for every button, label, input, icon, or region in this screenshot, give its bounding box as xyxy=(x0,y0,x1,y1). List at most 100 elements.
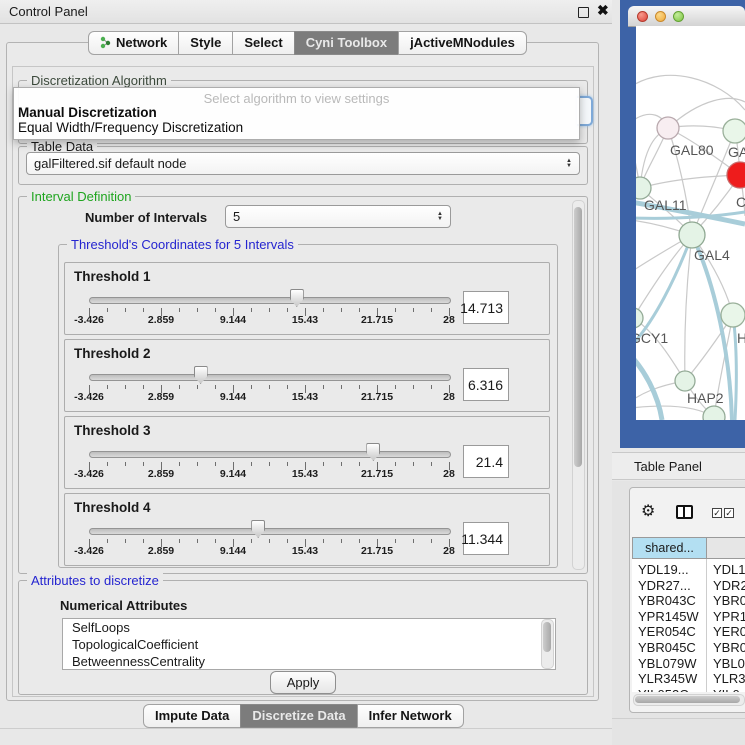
minor-tick xyxy=(125,462,126,466)
table-horizontal-scrollbar[interactable] xyxy=(633,694,745,706)
minor-tick xyxy=(413,462,414,466)
minor-tick xyxy=(413,385,414,389)
minor-tick xyxy=(323,462,324,466)
bottom-tab-label: Infer Network xyxy=(369,708,452,723)
threshold-label: Threshold 4 xyxy=(74,500,151,515)
network-node[interactable] xyxy=(723,119,745,143)
network-node[interactable] xyxy=(657,117,679,139)
threshold-label: Threshold 1 xyxy=(74,269,151,284)
algorithm-option[interactable]: Equal Width/Frequency Discretization xyxy=(18,120,243,135)
threshold-slider-thumb[interactable] xyxy=(194,366,208,384)
network-node[interactable] xyxy=(721,303,745,327)
tab-label: Cyni Toolbox xyxy=(306,35,387,50)
network-node[interactable] xyxy=(727,162,745,188)
minor-tick xyxy=(125,385,126,389)
network-edge[interactable] xyxy=(685,235,692,381)
minor-tick xyxy=(251,385,252,389)
gear-icon[interactable]: ⚙ xyxy=(641,501,655,521)
minor-tick xyxy=(143,385,144,389)
zoom-traffic-light-icon[interactable] xyxy=(673,11,684,22)
threshold-slider-thumb[interactable] xyxy=(251,520,265,538)
minor-tick xyxy=(215,462,216,466)
minor-tick xyxy=(359,539,360,543)
control-panel-titlebar: Control Panel xyxy=(0,0,612,24)
threshold-slider-track[interactable] xyxy=(89,528,451,535)
threshold-value-field[interactable]: 6.316 xyxy=(463,368,509,401)
minor-tick xyxy=(251,462,252,466)
minor-tick xyxy=(323,308,324,312)
column-header-shared-name[interactable]: shared... xyxy=(632,537,707,559)
minor-tick xyxy=(269,539,270,543)
network-edge-thick[interactable] xyxy=(733,315,736,420)
tick-label: -3.426 xyxy=(74,545,104,557)
split-columns-icon[interactable] xyxy=(676,505,693,519)
float-window-icon[interactable] xyxy=(578,7,589,18)
table-data-combobox[interactable]: galFiltered.sif default node ▲▼ xyxy=(26,152,580,175)
network-edge[interactable] xyxy=(636,75,745,110)
network-node-label: GAL11 xyxy=(644,197,687,213)
tick-label: 28 xyxy=(443,391,455,403)
attribute-item[interactable]: SelfLoops xyxy=(63,619,555,636)
algorithm-popup-prompt: Select algorithm to view settings xyxy=(14,91,579,106)
algorithm-option[interactable]: Manual Discretization xyxy=(18,105,157,120)
num-intervals-combobox[interactable]: 5 ▲▼ xyxy=(225,205,451,228)
minimize-traffic-light-icon[interactable] xyxy=(655,11,666,22)
attributes-scrollbar[interactable] xyxy=(541,619,554,669)
bottom-tab-infer-network[interactable]: Infer Network xyxy=(357,704,464,728)
threshold-slider-track[interactable] xyxy=(89,451,451,458)
bottom-tab-impute-data[interactable]: Impute Data xyxy=(143,704,241,728)
close-traffic-light-icon[interactable] xyxy=(637,11,648,22)
cell-shared-name: YER054C xyxy=(638,624,696,639)
threshold-slider-track[interactable] xyxy=(89,297,451,304)
threshold-value-field[interactable]: 21.4 xyxy=(463,445,509,478)
minor-tick xyxy=(269,462,270,466)
node-table[interactable]: shared... na YDL19...YDL1YDR27...YDR2YBR… xyxy=(632,537,745,692)
checkbox-icon[interactable]: ✓ xyxy=(724,508,734,518)
cell-name: YDR2 xyxy=(713,578,745,593)
threshold-value-field[interactable]: 14.713 xyxy=(463,291,509,324)
tab-label: Select xyxy=(244,35,282,50)
cell-name: YDL1 xyxy=(713,562,745,577)
tab-jactivemnodules[interactable]: jActiveMNodules xyxy=(398,31,527,55)
column-header-name[interactable]: na xyxy=(706,537,745,559)
tab-network[interactable]: Network xyxy=(88,31,179,55)
top-tab-bar: NetworkStyle Select Cyni Toolbox jActiveMNo… xyxy=(88,31,527,55)
network-canvas[interactable]: GAL80GACGAL11GAL4GCY1HHAP2 xyxy=(636,26,745,420)
threshold-value-field[interactable]: 11.344 xyxy=(463,522,509,555)
minor-tick xyxy=(341,462,342,466)
apply-button[interactable]: Apply xyxy=(270,671,336,694)
threshold-slider-track[interactable] xyxy=(89,374,451,381)
tab-style[interactable]: Style xyxy=(178,31,233,55)
network-edge[interactable] xyxy=(636,406,714,417)
bottom-tab-label: Discretize Data xyxy=(252,708,345,723)
numerical-attributes-label: Numerical Attributes xyxy=(60,598,187,613)
tick-label: -3.426 xyxy=(74,468,104,480)
minor-tick xyxy=(269,385,270,389)
network-edge[interactable] xyxy=(636,235,692,318)
tick-label: 2.859 xyxy=(148,314,174,326)
tick-label: 21.715 xyxy=(361,545,393,557)
threshold-panel: Threshold 4-3.4262.8599.14415.4321.71528… xyxy=(64,493,550,566)
attributes-list[interactable]: SelfLoopsTopologicalCoefficientBetweenne… xyxy=(62,618,556,670)
network-window-titlebar[interactable] xyxy=(628,6,745,27)
network-node[interactable] xyxy=(675,371,695,391)
network-node[interactable] xyxy=(703,406,725,420)
threshold-panel: Threshold 2-3.4262.8599.14415.4321.71528… xyxy=(64,339,550,412)
threshold-slider-thumb[interactable] xyxy=(290,289,304,307)
tab-cyni-toolbox[interactable]: Cyni Toolbox xyxy=(294,31,399,55)
tick-label: 2.859 xyxy=(148,545,174,557)
minor-tick xyxy=(287,539,288,543)
attribute-item[interactable]: TopologicalCoefficient xyxy=(63,636,555,653)
network-edge[interactable] xyxy=(640,175,740,188)
interval-scrollbar[interactable] xyxy=(572,200,585,570)
minor-tick xyxy=(215,539,216,543)
close-icon[interactable]: ✖ xyxy=(597,2,609,19)
network-node-label: GCY1 xyxy=(636,330,668,346)
tab-select[interactable]: Select xyxy=(232,31,294,55)
threshold-slider-thumb[interactable] xyxy=(366,443,380,461)
bottom-tab-label: Impute Data xyxy=(155,708,229,723)
attribute-item[interactable]: BetweennessCentrality xyxy=(63,653,555,670)
checkbox-icon[interactable]: ✓ xyxy=(712,508,722,518)
network-node[interactable] xyxy=(679,222,705,248)
bottom-tab-discretize-data[interactable]: Discretize Data xyxy=(240,704,357,728)
